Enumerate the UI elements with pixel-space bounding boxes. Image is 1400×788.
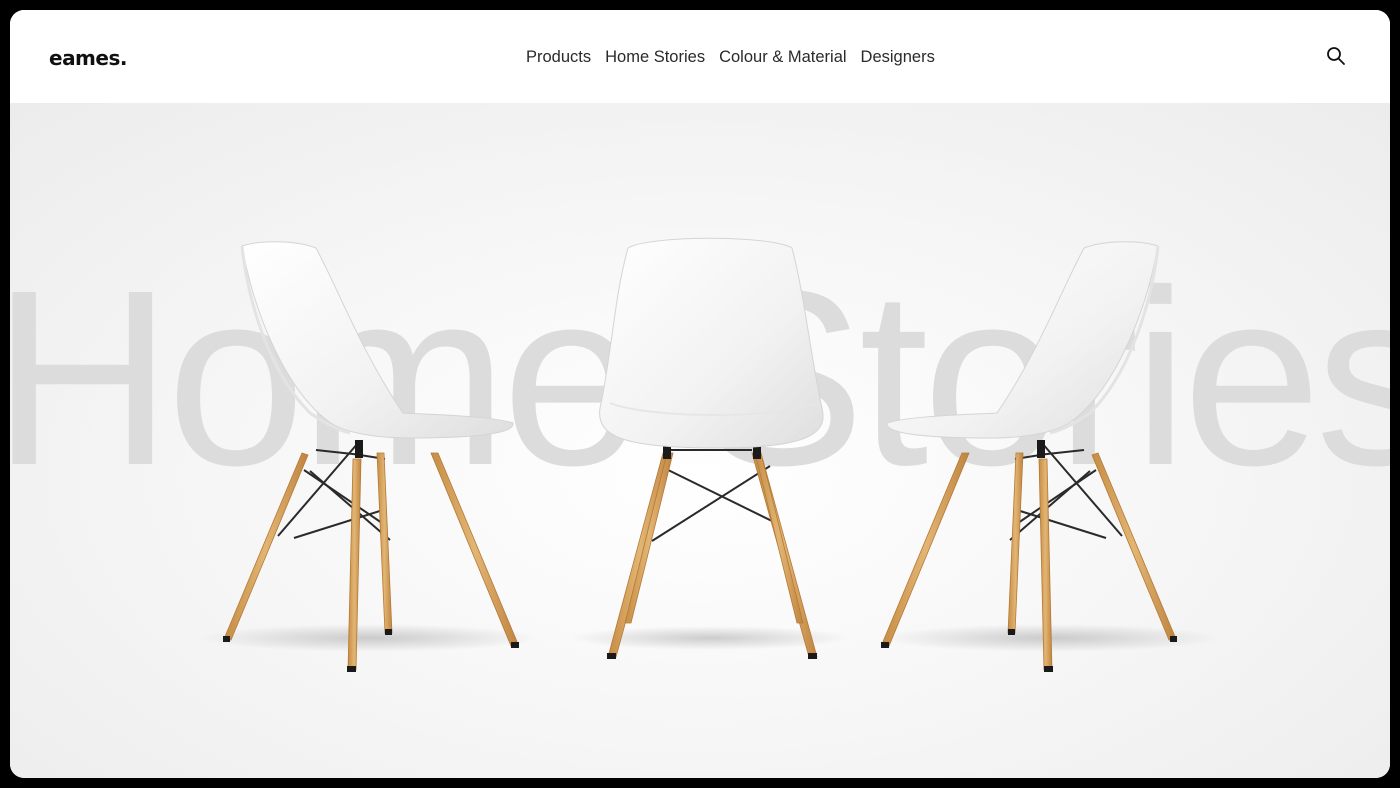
site-header: eames. Products Home Stories Colour & Ma…: [10, 10, 1390, 103]
main-nav: Products Home Stories Colour & Material …: [526, 48, 935, 67]
search-icon: [1327, 47, 1345, 65]
nav-item-home-stories[interactable]: Home Stories: [605, 48, 705, 67]
nav-item-designers[interactable]: Designers: [861, 48, 935, 67]
chair-left: [200, 241, 540, 672]
chair-center: [570, 237, 850, 659]
search-button[interactable]: [1326, 46, 1348, 68]
hero-section: Home Stories: [10, 103, 1390, 778]
nav-item-products[interactable]: Products: [526, 48, 591, 67]
browser-viewport: eames. Products Home Stories Colour & Ma…: [10, 10, 1390, 778]
nav-item-colour-material[interactable]: Colour & Material: [719, 48, 846, 67]
chairs-illustration: [200, 237, 1220, 672]
chair-right: [880, 241, 1220, 672]
brand-logo[interactable]: eames.: [49, 46, 127, 70]
